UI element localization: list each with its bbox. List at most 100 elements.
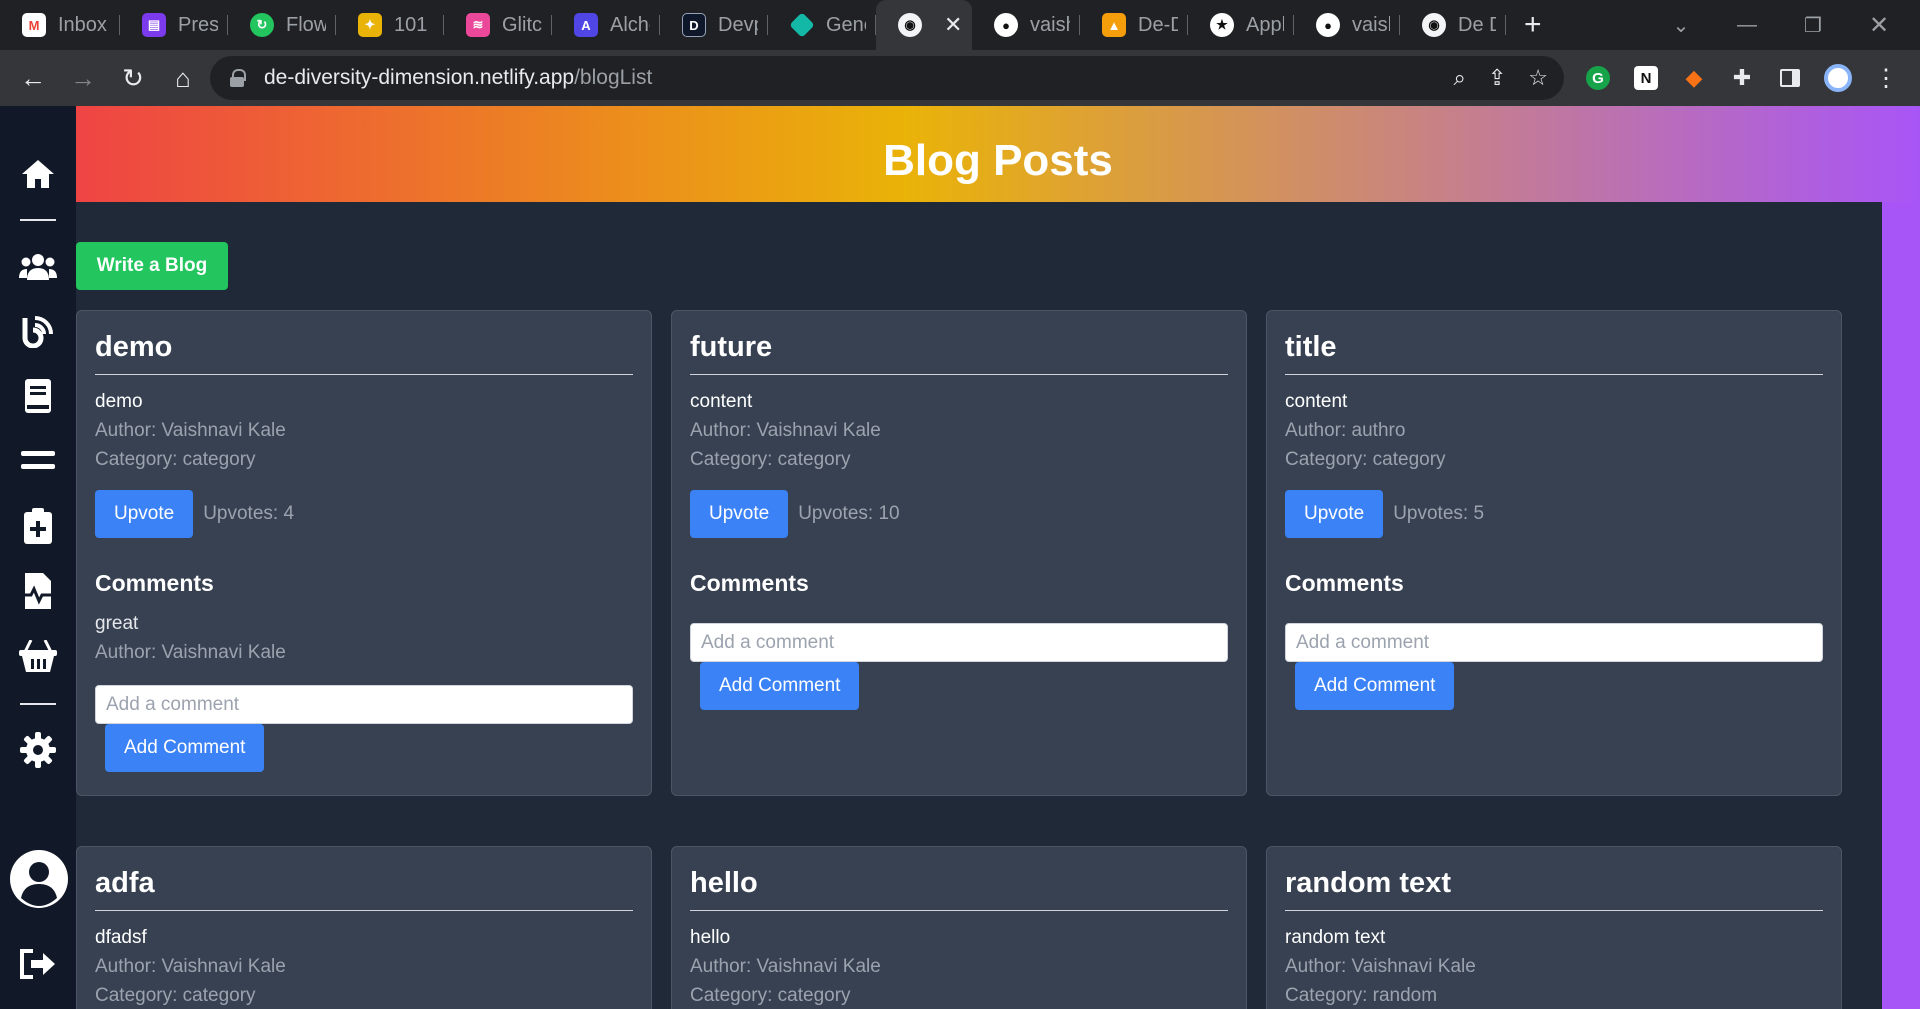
upvote-count: Upvotes: 5 xyxy=(1393,503,1485,524)
home-icon[interactable]: ⌂ xyxy=(160,55,206,101)
users-icon[interactable] xyxy=(18,246,58,286)
close-tab-icon[interactable]: ✕ xyxy=(944,12,962,38)
comment-input[interactable] xyxy=(1285,623,1823,662)
add-comment-button[interactable]: Add Comment xyxy=(700,662,860,710)
tab-general[interactable]: Gener xyxy=(768,0,876,50)
address-bar[interactable]: de-diversity-dimension.netlify.app/blogL… xyxy=(210,56,1564,100)
blog-content: random text xyxy=(1285,927,1386,948)
profile-avatar-icon[interactable] xyxy=(1816,56,1860,100)
grammarly-icon[interactable]: G xyxy=(1576,56,1620,100)
comment-input[interactable] xyxy=(690,623,1228,662)
basket-icon[interactable] xyxy=(18,636,58,676)
sidebar-divider xyxy=(20,703,56,705)
extensions-puzzle-icon[interactable]: ✚ xyxy=(1720,56,1764,100)
blog-title: random text xyxy=(1285,867,1823,911)
blog-content: demo xyxy=(95,391,143,412)
blog-title: hello xyxy=(690,867,1228,911)
tab-de-di[interactable]: ◉ De Di xyxy=(1400,0,1506,50)
bookmark-star-icon[interactable]: ☆ xyxy=(1528,65,1548,91)
main-content: Blog Posts Write a Blog demo demo Author… xyxy=(76,106,1920,1009)
page-title: Blog Posts xyxy=(883,136,1113,185)
upvote-button[interactable]: Upvote xyxy=(95,490,194,538)
menu-kebab-icon[interactable]: ⋮ xyxy=(1864,56,1908,100)
list-bars-icon[interactable] xyxy=(18,441,58,481)
pills-icon: ✦ xyxy=(358,13,382,37)
share-icon[interactable]: ⇪ xyxy=(1488,65,1506,91)
close-window-icon[interactable]: ✕ xyxy=(1846,0,1912,50)
gear-icon[interactable] xyxy=(18,730,58,770)
blog-author: Author: Vaishnavi Kale xyxy=(95,956,286,977)
github-icon: ● xyxy=(1316,13,1340,37)
gmail-icon: M xyxy=(22,13,46,37)
glitch-icon: ≋ xyxy=(466,13,490,37)
home-icon[interactable] xyxy=(18,154,58,194)
firebase-icon: ▲ xyxy=(1102,13,1126,37)
tab-101-blocks[interactable]: ✦ 101 Bl xyxy=(336,0,444,50)
zoom-icon[interactable]: ⌕ xyxy=(1454,65,1466,91)
upvote-count: Upvotes: 10 xyxy=(798,503,900,524)
new-tab-icon[interactable]: + xyxy=(1524,8,1542,42)
url-host: de-diversity-dimension.netlify.app xyxy=(264,66,575,89)
tab-firebase[interactable]: ▲ De-Di xyxy=(1080,0,1188,50)
write-blog-button[interactable]: Write a Blog xyxy=(76,242,228,290)
blog-card: adfa dfadsf Author: Vaishnavi Kale Categ… xyxy=(76,846,652,1009)
tab-alchemy[interactable]: A Alcher xyxy=(552,0,660,50)
metamask-fox-icon[interactable]: ◆ xyxy=(1672,56,1716,100)
tab-flow[interactable]: ↻ Flow I xyxy=(228,0,336,50)
blog-category: Category: category xyxy=(95,449,256,470)
health-file-icon[interactable] xyxy=(18,571,58,611)
add-comment-button[interactable]: Add Comment xyxy=(105,724,265,772)
site-icon: ◉ xyxy=(898,13,922,37)
medical-clipboard-icon[interactable] xyxy=(18,506,58,546)
page-header: Blog Posts xyxy=(76,106,1920,202)
devpost-icon: D xyxy=(682,13,706,37)
comment-author: Author: Vaishnavi Kale xyxy=(95,642,286,663)
tab-application[interactable]: ★ Applic xyxy=(1188,0,1294,50)
sidebar xyxy=(0,106,76,1009)
tab-search-icon[interactable]: ⌄ xyxy=(1648,0,1714,50)
browser-toolbar: ← → ↻ ⌂ de-diversity-dimension.netlify.a… xyxy=(0,50,1920,106)
tab-devpost[interactable]: D Devpc xyxy=(660,0,768,50)
tab-github-2[interactable]: ● vaishr xyxy=(1294,0,1400,50)
notion-icon[interactable]: N xyxy=(1624,56,1668,100)
logout-icon[interactable] xyxy=(18,944,58,984)
forward-icon[interactable]: → xyxy=(60,55,106,101)
tab-github-1[interactable]: ● vaishr xyxy=(972,0,1080,50)
url-path: /blogList xyxy=(574,66,653,89)
side-panel-icon[interactable] xyxy=(1768,56,1812,100)
comment-text: great xyxy=(95,613,139,634)
comments-heading: Comments xyxy=(1285,570,1404,596)
blog-category: Category: category xyxy=(690,449,851,470)
blog-card: title content Author: authro Category: c… xyxy=(1266,310,1842,796)
minimize-icon[interactable]: — xyxy=(1714,0,1780,50)
reload-icon[interactable]: ↻ xyxy=(110,55,156,101)
github-icon: ● xyxy=(994,13,1018,37)
upvote-button[interactable]: Upvote xyxy=(690,490,789,538)
user-avatar-icon[interactable] xyxy=(10,850,68,908)
blog-author: Author: Vaishnavi Kale xyxy=(690,956,881,977)
tab-presentation[interactable]: ▤ Preser xyxy=(120,0,228,50)
blog-card: future content Author: Vaishnavi Kale Ca… xyxy=(671,310,1247,796)
blog-author: Author: Vaishnavi Kale xyxy=(1285,956,1476,977)
add-comment-button[interactable]: Add Comment xyxy=(1295,662,1455,710)
tab-inbox[interactable]: M Inbox xyxy=(0,0,120,50)
blog-category: Category: random xyxy=(1285,985,1438,1006)
alchemy-icon: A xyxy=(574,13,598,37)
blog-card: hello hello Author: Vaishnavi Kale Categ… xyxy=(671,846,1247,1009)
restore-icon[interactable]: ❐ xyxy=(1780,0,1846,50)
blog-content: dfadsf xyxy=(95,927,147,948)
comment-input[interactable] xyxy=(95,685,633,724)
tab-glitch[interactable]: ≋ Glitch xyxy=(444,0,552,50)
blog-title: future xyxy=(690,331,1228,375)
upvote-button[interactable]: Upvote xyxy=(1285,490,1384,538)
blog-title: adfa xyxy=(95,867,633,911)
comments-heading: Comments xyxy=(690,570,809,596)
book-icon[interactable] xyxy=(18,376,58,416)
diamond-icon xyxy=(789,12,815,38)
blog-author: Author: Vaishnavi Kale xyxy=(690,420,881,441)
tab-de-diversity-active[interactable]: ◉ De ✕ xyxy=(876,0,972,50)
blog-title: demo xyxy=(95,331,633,375)
back-icon[interactable]: ← xyxy=(10,55,56,101)
blog-icon[interactable] xyxy=(18,311,58,351)
blog-category: Category: category xyxy=(1285,449,1446,470)
